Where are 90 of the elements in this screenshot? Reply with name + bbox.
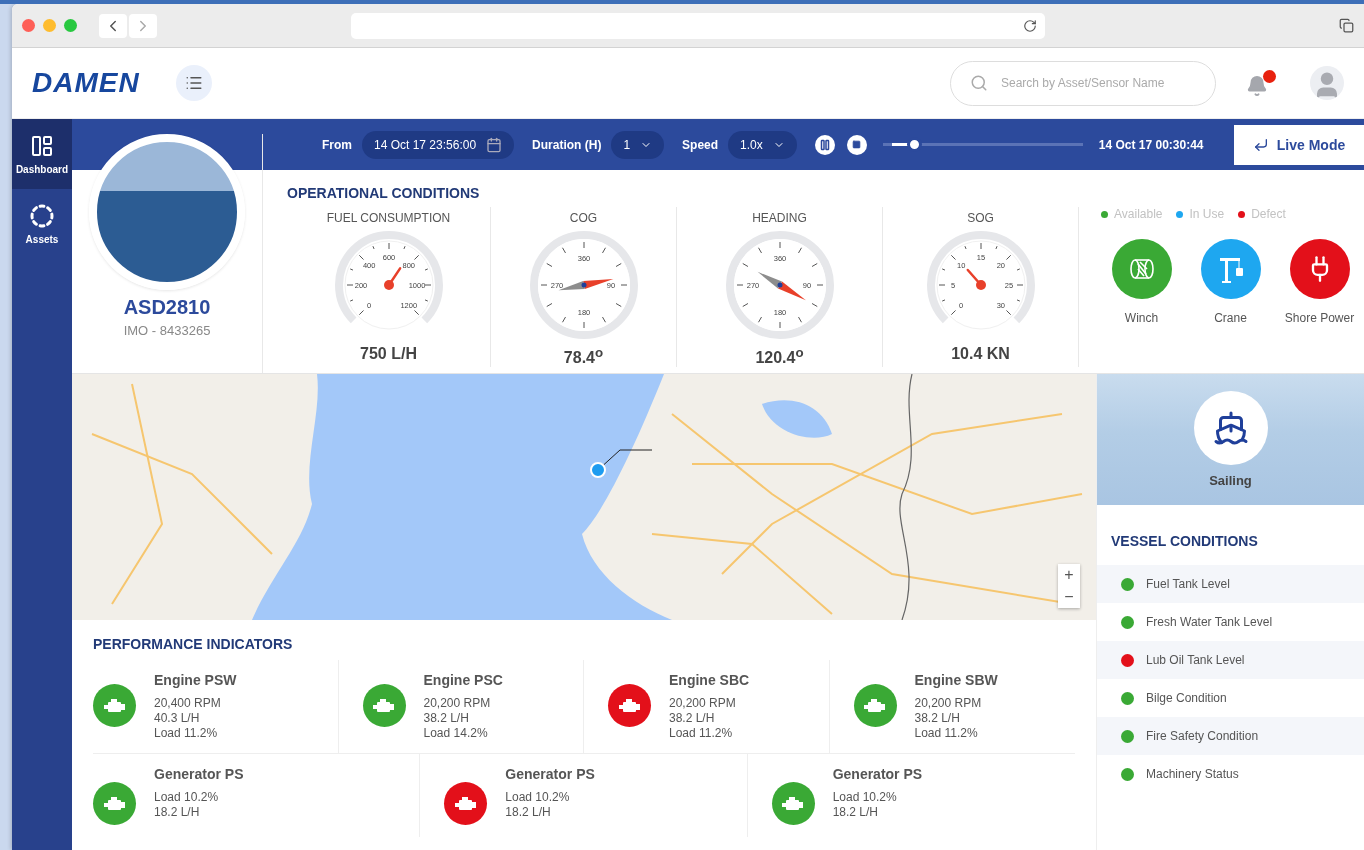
- zoom-button[interactable]: +: [1058, 564, 1080, 586]
- gauge-label: HEADING: [752, 211, 807, 225]
- vessel-status: Sailing: [1209, 473, 1252, 488]
- gauge-reading: 10.4 KN: [951, 345, 1010, 363]
- vessel-name: ASD2810: [123, 296, 211, 319]
- calendar-icon: [486, 136, 503, 153]
- generator-metric: 18.2 L/H: [832, 805, 880, 820]
- engine-icon: [372, 697, 396, 714]
- duration-dropdown[interactable]: 1: [611, 130, 665, 159]
- engine-metric: Load 14.2%: [423, 726, 489, 741]
- engine-name: Engine PSC: [423, 672, 503, 688]
- engine-icon: [102, 795, 127, 812]
- notifications-button[interactable]: [1246, 69, 1276, 97]
- stop-button[interactable]: [846, 134, 867, 155]
- generator-metric: 18.2 L/H: [505, 805, 552, 820]
- gauge-reading: 120.4$^{o}$: [755, 345, 804, 368]
- equipment-label: Crane: [1214, 311, 1247, 325]
- engine-name: Engine PSW: [154, 672, 237, 688]
- engine-metric: 38.2 L/H: [669, 711, 716, 726]
- generator-metric: Load 10.2%: [505, 790, 571, 805]
- live-mode-button[interactable]: Live Mode: [1234, 124, 1364, 165]
- generator-metric: 18.2 L/H: [154, 805, 201, 820]
- bell-icon: [1246, 74, 1268, 97]
- gauge-reading: 78.4$^{o}$: [563, 345, 604, 368]
- search-field[interactable]: Search by Asset/Sensor Name: [950, 60, 1216, 106]
- engine-metric: 38.2 L/H: [914, 711, 961, 726]
- engine-name: Engine SBW: [914, 672, 998, 688]
- engine-metric: Load 11.2%: [669, 726, 734, 741]
- speed-dropdown[interactable]: 1.0x: [728, 130, 797, 159]
- pause-button[interactable]: [814, 134, 835, 155]
- condition-label: Machinery Status: [1146, 767, 1239, 781]
- dashboard-icon: [30, 133, 54, 158]
- section-title: PERFORMANCE INDICATORS: [93, 636, 294, 652]
- engine-icon: [781, 795, 806, 812]
- avatar[interactable]: [1310, 66, 1344, 100]
- section-title: VESSEL CONDITIONS: [1110, 532, 1259, 551]
- engine-icon: [453, 795, 478, 812]
- return-arrow-icon: [1252, 136, 1269, 153]
- condition-label: Lub Oil Tank Level: [1146, 653, 1245, 667]
- generator-metric: Load 10.2%: [154, 790, 220, 805]
- generator-name: Generator PS: [154, 766, 244, 782]
- engine-metric: Load 11.2%: [154, 726, 219, 741]
- engine-metric: 20,200 RPM: [423, 696, 492, 711]
- sidebar-item[interactable]: Assets: [12, 189, 72, 259]
- condition-label: Bilge Condition: [1146, 691, 1227, 705]
- from-date-picker[interactable]: 14 Oct 17 23:56:00: [362, 130, 515, 159]
- engine-metric: 20,200 RPM: [669, 696, 737, 711]
- zoom-button[interactable]: −: [1058, 586, 1080, 608]
- tabs-icon[interactable]: [1339, 18, 1354, 33]
- generator-name: Generator PS: [832, 766, 923, 782]
- legend-label: Defect: [1251, 207, 1286, 221]
- engine-metric: Load 11.2%: [914, 726, 979, 741]
- menu-button[interactable]: [175, 65, 212, 101]
- close-window-button[interactable]: [22, 19, 35, 32]
- legend-label: In Use: [1189, 207, 1225, 221]
- generator-metric: Load 10.2%: [832, 790, 898, 805]
- gauge-label: SOG: [967, 211, 994, 225]
- equipment-label: Shore Power: [1284, 311, 1355, 325]
- engine-icon: [863, 697, 887, 714]
- condition-label: Fuel Tank Level: [1146, 577, 1230, 591]
- current-time: 14 Oct 17 00:30:44: [1098, 137, 1204, 152]
- sidebar-item[interactable]: Dashboard: [12, 119, 72, 189]
- condition-label: Fire Safety Condition: [1146, 729, 1259, 743]
- engine-metric: 40.3 L/H: [154, 711, 201, 726]
- logo: DAMEN: [32, 67, 140, 99]
- search-icon: [970, 73, 988, 92]
- gauge-label: COG: [569, 211, 598, 225]
- engine-icon: [102, 697, 127, 714]
- gauge-label: FUEL CONSUMPTION: [326, 211, 451, 225]
- condition-label: Fresh Water Tank Level: [1146, 615, 1273, 629]
- legend-label: Available: [1114, 207, 1163, 221]
- engine-metric: 20,200 RPM: [914, 696, 983, 711]
- list-icon: [184, 74, 203, 92]
- engine-metric: 20,400 RPM: [154, 696, 222, 711]
- duration-label: Duration (H): [532, 137, 602, 152]
- generator-name: Generator PS: [505, 766, 595, 782]
- pause-icon: [818, 138, 831, 151]
- imo-number: IMO - 8433265: [123, 323, 211, 338]
- back-button[interactable]: [99, 13, 127, 38]
- engine-icon: [617, 697, 642, 714]
- from-label: From: [322, 137, 352, 152]
- engine-name: Engine SBC: [669, 672, 750, 688]
- gauge-reading: 750 L/H: [360, 345, 417, 363]
- engine-metric: 38.2 L/H: [423, 711, 470, 726]
- speed-label: Speed: [682, 137, 719, 152]
- equipment-label: Winch: [1124, 311, 1159, 325]
- reload-icon[interactable]: [1023, 18, 1037, 33]
- stop-icon: [852, 140, 862, 149]
- ring-icon: [30, 203, 54, 228]
- section-title: OPERATIONAL CONDITIONS: [287, 185, 481, 201]
